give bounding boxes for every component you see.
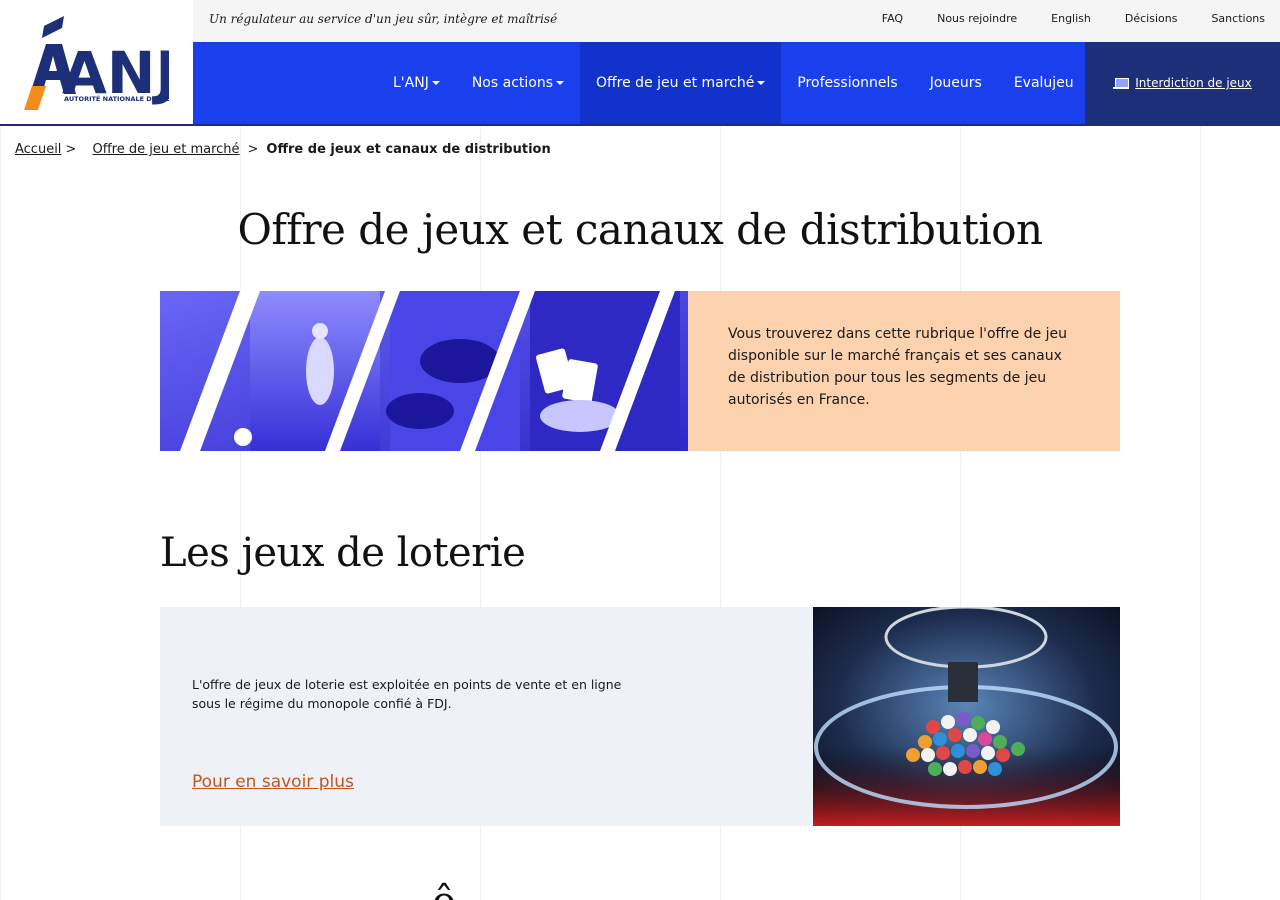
logo[interactable]: ANJ AUTORITÉ NATIONALE DES JEUX bbox=[0, 0, 193, 126]
site-header: ANJ AUTORITÉ NATIONALE DES JEUX Un régul… bbox=[0, 0, 1280, 126]
caret-down-icon bbox=[556, 81, 564, 85]
section-title-loterie: Les jeux de loterie bbox=[160, 530, 526, 576]
nav-label: L'ANJ bbox=[393, 75, 429, 91]
interdiction-button[interactable]: Interdiction de jeux bbox=[1085, 42, 1280, 124]
nav-label: Nos actions bbox=[471, 75, 553, 91]
top-link-decisions[interactable]: Décisions bbox=[1125, 12, 1178, 25]
hero-image bbox=[160, 291, 688, 451]
top-bar: Un régulateur au service d'un jeu sûr, i… bbox=[193, 0, 1280, 42]
hero-banner: Vous trouverez dans cette rubrique l'off… bbox=[160, 291, 1120, 451]
top-link-careers[interactable]: Nous rejoindre bbox=[937, 12, 1017, 25]
nav-item-anj[interactable]: L'ANJ bbox=[377, 42, 456, 124]
top-link-sanctions[interactable]: Sanctions bbox=[1211, 12, 1265, 25]
main-nav: L'ANJ Nos actions Offre de jeu et marché… bbox=[193, 42, 1280, 126]
top-links: FAQ Nous rejoindre English Décisions San… bbox=[863, 0, 1280, 42]
top-link-english[interactable]: English bbox=[1051, 12, 1091, 25]
tagline: Un régulateur au service d'un jeu sûr, i… bbox=[209, 12, 558, 26]
caret-down-icon bbox=[431, 81, 440, 85]
lottery-image bbox=[813, 607, 1120, 826]
logo-subtitle: AUTORITÉ NATIONALE DES JEUX bbox=[64, 94, 169, 103]
nav-item-offre[interactable]: Offre de jeu et marché bbox=[580, 42, 782, 124]
page-title: Offre de jeux et canaux de distribution bbox=[237, 205, 1043, 254]
caret-down-icon bbox=[757, 81, 766, 85]
nav-item-professionnels[interactable]: Professionnels bbox=[781, 42, 913, 124]
nav-item-evalujeu[interactable]: Evalujeu bbox=[998, 42, 1090, 124]
next-section-title: ô bbox=[432, 882, 462, 900]
breadcrumb-home[interactable]: Accueil bbox=[15, 142, 61, 157]
nav-item-actions[interactable]: Nos actions bbox=[456, 42, 580, 124]
learn-more-link[interactable]: Pour en savoir plus bbox=[192, 772, 354, 792]
top-link-faq[interactable]: FAQ bbox=[882, 12, 903, 25]
breadcrumb: Accueil > Offre de jeu et marché > Offre de… bbox=[15, 142, 551, 157]
breadcrumb-separator: > bbox=[65, 142, 77, 157]
nav-item-joueurs[interactable]: Joueurs bbox=[914, 42, 998, 124]
nav-label: Offre de jeu et marché bbox=[596, 75, 755, 91]
lottery-card: L'offre de jeux de loterie est exploitée… bbox=[160, 607, 1120, 826]
nav-label: Evalujeu bbox=[1013, 75, 1074, 91]
breadcrumb-parent[interactable]: Offre de jeu et marché bbox=[92, 142, 239, 157]
breadcrumb-current: Offre de jeux et canaux de distribution bbox=[266, 142, 551, 157]
interdiction-label: Interdiction de jeux bbox=[1135, 76, 1252, 90]
hero-text: Vous trouverez dans cette rubrique l'off… bbox=[688, 291, 1120, 451]
breadcrumb-separator: > bbox=[247, 142, 259, 157]
lottery-description: L'offre de jeux de loterie est exploitée… bbox=[192, 677, 622, 711]
anj-logo-icon: ANJ AUTORITÉ NATIONALE DES JEUX bbox=[24, 16, 169, 110]
laptop-icon bbox=[1113, 77, 1130, 89]
nav-label: Professionnels bbox=[797, 75, 898, 91]
nav-label: Joueurs bbox=[929, 75, 982, 91]
